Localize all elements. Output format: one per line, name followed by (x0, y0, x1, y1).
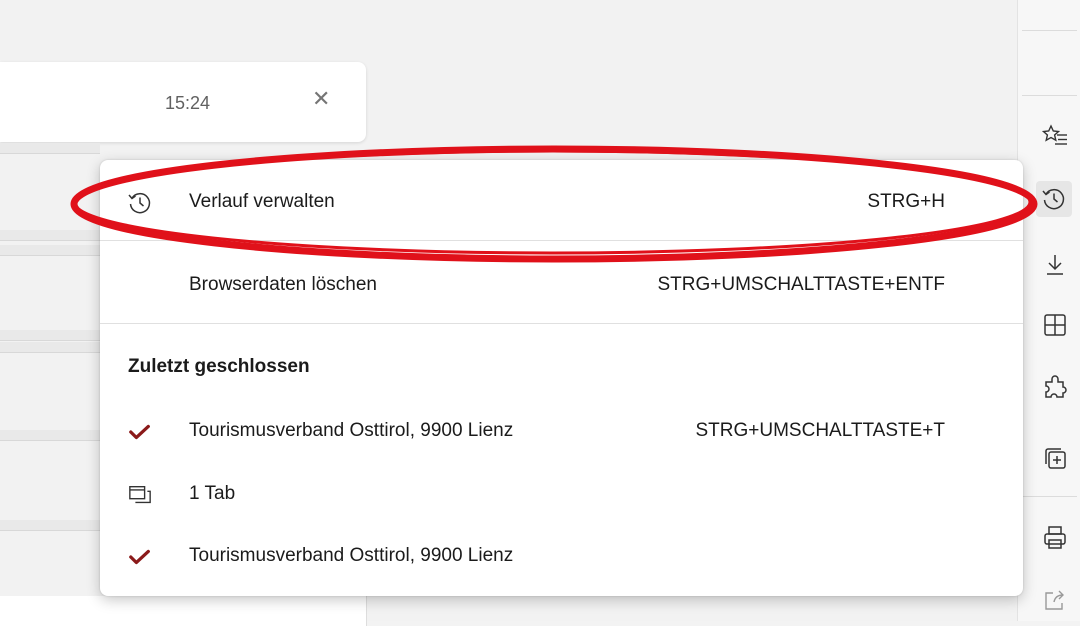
recently-closed-item-label: Tourismusverband Osttirol, 9900 Lienz (189, 545, 514, 566)
recently-closed-window-label: 1 Tab (189, 483, 236, 504)
background-row (0, 430, 100, 441)
recently-closed-heading: Zuletzt geschlossen (128, 356, 310, 377)
add-tab-icon[interactable] (1040, 443, 1070, 473)
history-menu: Verlauf verwalten STRG+H Browserdaten lö… (100, 160, 1023, 596)
recently-closed-window-item[interactable]: 1 Tab (100, 464, 1023, 524)
history-entry-time: 15:24 (165, 93, 211, 113)
background-row (0, 245, 100, 256)
clear-browsing-data-label: Browserdaten löschen (189, 274, 377, 295)
clear-browsing-data-item[interactable]: Browserdaten löschen STRG+UMSCHALTTASTE+… (100, 255, 1023, 315)
history-icon[interactable] (1036, 181, 1072, 217)
background-row (0, 230, 100, 241)
close-icon[interactable]: ✕ (312, 88, 330, 110)
background-row (0, 143, 100, 154)
checkmark-icon (126, 418, 154, 446)
clear-browsing-data-shortcut: STRG+UMSCHALTTASTE+ENTF (657, 274, 946, 295)
toolbar-divider (1022, 95, 1077, 96)
share-icon[interactable] (1040, 585, 1070, 615)
toolbar-divider (1022, 496, 1077, 497)
collections-icon[interactable] (1040, 310, 1070, 340)
recently-closed-item[interactable]: Tourismusverband Osttirol, 9900 Lienz ST… (100, 401, 1023, 461)
recently-closed-item-label: Tourismusverband Osttirol, 9900 Lienz (189, 420, 514, 441)
window-tabs-icon (126, 481, 154, 509)
manage-history-item[interactable]: Verlauf verwalten STRG+H (100, 172, 1023, 232)
reopen-tab-shortcut: STRG+UMSCHALTTASTE+T (695, 420, 946, 441)
favorites-icon[interactable] (1040, 120, 1070, 150)
manage-history-shortcut: STRG+H (867, 191, 945, 212)
toolbar-divider (1022, 30, 1077, 31)
downloads-icon[interactable] (1040, 250, 1070, 280)
recently-closed-item[interactable]: Tourismusverband Osttirol, 9900 Lienz (100, 526, 1023, 586)
background-row (0, 342, 100, 353)
extensions-icon[interactable] (1040, 373, 1070, 403)
background-card (0, 596, 367, 626)
menu-divider (100, 240, 1023, 241)
history-icon (126, 189, 154, 217)
print-icon[interactable] (1040, 523, 1070, 553)
menu-divider (100, 323, 1023, 324)
checkmark-icon (126, 543, 154, 571)
manage-history-label: Verlauf verwalten (189, 191, 335, 212)
background-row (0, 330, 100, 341)
background-row (0, 520, 100, 531)
